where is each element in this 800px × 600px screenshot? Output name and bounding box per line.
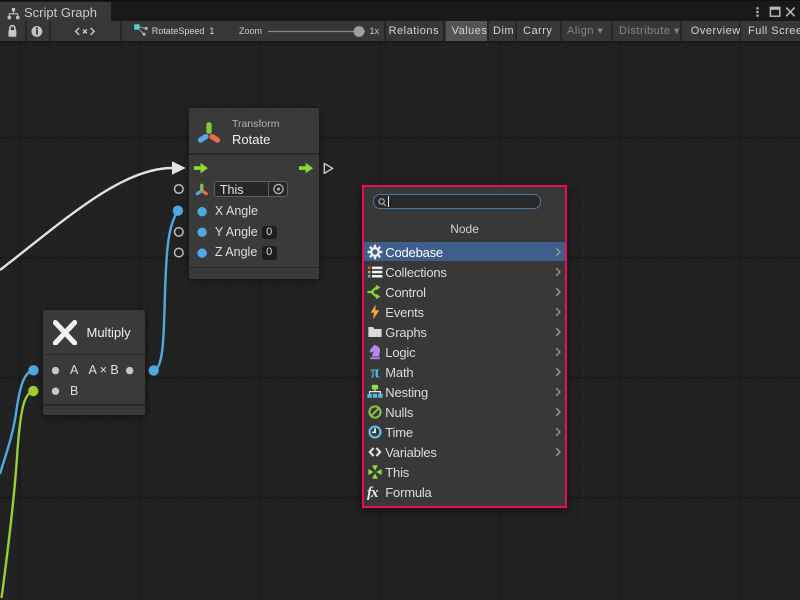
svg-text:π: π [371, 364, 380, 380]
svg-text:fx: fx [367, 485, 379, 500]
